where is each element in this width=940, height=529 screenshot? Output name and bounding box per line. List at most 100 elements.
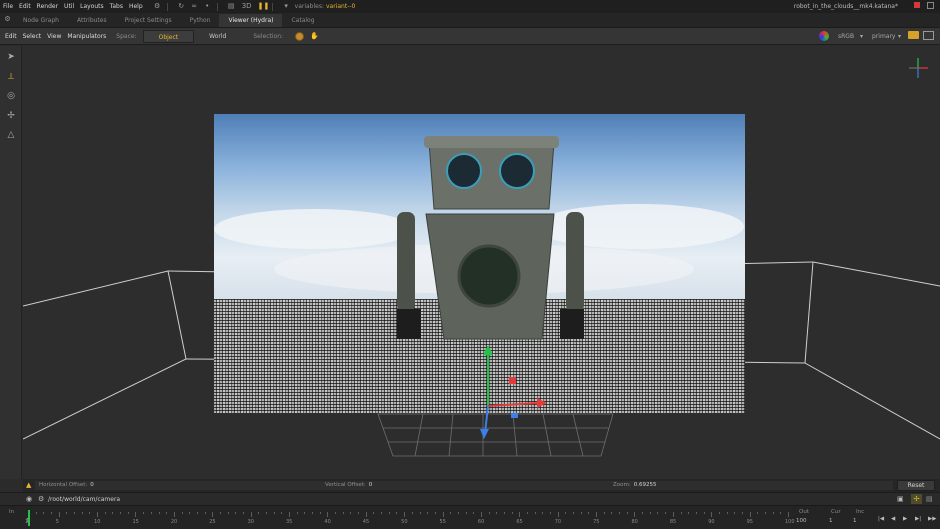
cur-label: Cur: [831, 509, 841, 515]
tab-catalog[interactable]: Catalog: [282, 14, 323, 27]
rewind-icon[interactable]: |◀: [878, 516, 884, 522]
eye-icon[interactable]: ◉: [26, 495, 32, 503]
dot-icon[interactable]: •: [203, 2, 212, 11]
frame-icon[interactable]: ▣: [897, 495, 904, 503]
menu-bar: File Edit Render Util Layouts Tabs Help …: [0, 0, 940, 13]
menu-edit[interactable]: Edit: [19, 3, 31, 10]
timeline-tick: [312, 512, 314, 514]
hud-icon[interactable]: [908, 31, 919, 39]
link-icon[interactable]: ∞: [190, 2, 199, 11]
pane-menu-icon[interactable]: ⚙: [3, 15, 12, 24]
color-space-select[interactable]: sRGB: [838, 33, 854, 40]
horizontal-offset-field[interactable]: Horizontal Offset: 0: [35, 481, 323, 490]
tab-node-graph[interactable]: Node Graph: [14, 14, 68, 27]
chevron-down-icon[interactable]: ▾: [282, 2, 291, 11]
menu-file[interactable]: File: [3, 3, 13, 10]
timeline-tick-label: 90: [708, 519, 715, 525]
close-icon[interactable]: [914, 2, 920, 8]
vertical-offset-label: Vertical Offset:: [325, 482, 366, 488]
menu-help[interactable]: Help: [129, 3, 143, 10]
space-world-button[interactable]: World: [194, 30, 241, 43]
in-label: In: [9, 509, 15, 515]
menu-render[interactable]: Render: [37, 3, 58, 10]
viewer-menu-edit[interactable]: Edit: [5, 33, 17, 40]
viewport[interactable]: [23, 46, 940, 479]
timeline-tick-label: 50: [401, 519, 408, 525]
space-object-button[interactable]: Object: [142, 29, 195, 43]
timeline-tick: [480, 512, 482, 517]
timeline-tick: [611, 512, 613, 514]
timeline[interactable]: In 1 15101520253035404550556065707580859…: [0, 505, 940, 529]
layout-icon[interactable]: [923, 31, 934, 40]
chevron-down-icon[interactable]: ▾: [898, 33, 901, 40]
cur-value[interactable]: 1: [829, 518, 833, 524]
timeline-tick: [442, 512, 444, 517]
select-arrow-icon[interactable]: ➤: [4, 50, 18, 64]
chevron-down-icon[interactable]: ▾: [860, 33, 863, 40]
translate-manipulator[interactable]: [463, 341, 563, 451]
3d-label[interactable]: 3D: [240, 2, 254, 11]
tab-viewer-hydra[interactable]: Viewer (Hydra): [219, 14, 283, 27]
hand-icon[interactable]: ✋: [310, 32, 319, 41]
timeline-tick: [665, 512, 667, 514]
play-icon[interactable]: ▶: [903, 516, 907, 522]
tab-attributes[interactable]: Attributes: [68, 14, 116, 27]
timeline-tick: [358, 512, 360, 514]
timeline-tick: [273, 512, 275, 514]
undo-icon[interactable]: ↻: [177, 2, 186, 11]
camera-path[interactable]: /root/world/cam/camera: [48, 496, 120, 503]
menu-tabs[interactable]: Tabs: [110, 3, 123, 10]
timeline-tick: [51, 512, 53, 514]
viewer-menu-view[interactable]: View: [47, 33, 61, 40]
render-icon[interactable]: ⚙: [153, 2, 162, 11]
inc-value[interactable]: 1: [853, 518, 857, 524]
reset-button[interactable]: Reset: [897, 480, 935, 491]
color-wheel-icon[interactable]: [819, 31, 829, 41]
pause-icon[interactable]: ❚❚: [258, 2, 270, 11]
selection-mode-icon[interactable]: [295, 31, 305, 41]
menu-layouts[interactable]: Layouts: [80, 3, 104, 10]
tab-bar: ⚙ Node Graph Attributes Project Settings…: [0, 13, 940, 28]
timeline-tick: [242, 512, 244, 514]
tab-python[interactable]: Python: [181, 14, 220, 27]
viewer-menu-select[interactable]: Select: [23, 33, 42, 40]
gear-icon[interactable]: ⚙: [38, 495, 44, 503]
camera-icon[interactable]: △: [4, 128, 18, 142]
menu-util[interactable]: Util: [64, 3, 74, 10]
timeline-tick-label: 10: [94, 519, 101, 525]
timeline-tick: [626, 512, 628, 514]
timeline-tick: [496, 512, 498, 514]
vertical-offset-value[interactable]: 0: [369, 482, 373, 488]
rotate-icon[interactable]: ◎: [4, 89, 18, 103]
vertical-offset-field[interactable]: Vertical Offset: 0: [321, 481, 609, 490]
zoom-field[interactable]: Zoom: 0.69255: [609, 481, 893, 490]
space-label: Space:: [116, 32, 137, 40]
end-icon[interactable]: ▶▶: [928, 516, 936, 522]
timeline-tick: [335, 512, 337, 514]
zoom-label: Zoom:: [613, 482, 631, 488]
timeline-tick: [734, 512, 736, 514]
timeline-tick: [757, 512, 759, 514]
timeline-tick: [158, 512, 160, 514]
variables-value[interactable]: variant--0: [326, 3, 355, 10]
translate-icon[interactable]: ⟂: [4, 70, 18, 84]
tab-project-settings[interactable]: Project Settings: [116, 14, 181, 27]
timeline-tick-label: 95: [746, 519, 753, 525]
horizontal-offset-value[interactable]: 0: [90, 482, 94, 488]
settings-icon[interactable]: ▤: [926, 495, 933, 503]
timeline-tick: [227, 512, 229, 514]
display-select[interactable]: primary: [872, 33, 895, 40]
step-forward-icon[interactable]: ▶|: [915, 516, 921, 522]
scale-icon[interactable]: ✢: [4, 109, 18, 123]
timeline-tick: [189, 512, 191, 514]
manipulator-toggle-icon[interactable]: ✢: [911, 494, 922, 504]
out-value[interactable]: 100: [796, 518, 807, 524]
stack-icon[interactable]: ▤: [227, 2, 236, 11]
viewer-menu-manipulators[interactable]: Manipulators: [67, 33, 106, 40]
step-back-icon[interactable]: ◀: [891, 516, 895, 522]
playhead[interactable]: [28, 510, 30, 526]
timeline-tick: [143, 512, 145, 514]
window-icon[interactable]: [927, 2, 934, 9]
zoom-value[interactable]: 0.69255: [634, 482, 657, 488]
timeline-tick: [104, 512, 106, 514]
